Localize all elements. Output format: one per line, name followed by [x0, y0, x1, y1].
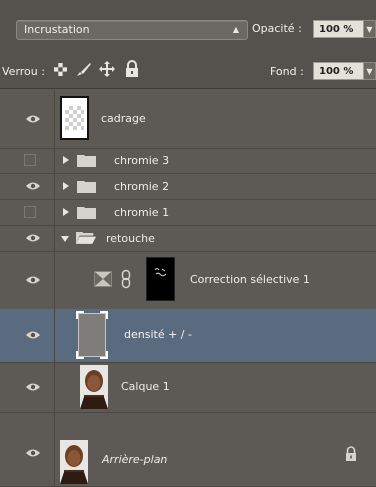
layer-name: retouche: [106, 232, 155, 245]
fill-label: Fond :: [270, 65, 304, 78]
lock-label: Verrou :: [2, 65, 45, 78]
fill-dropdown-icon[interactable]: ▼: [364, 62, 376, 80]
transparency-pattern: [65, 106, 84, 130]
visibility-toggle-empty[interactable]: [24, 154, 36, 166]
folder-open-icon: [76, 232, 96, 244]
lock-paint-brush-icon[interactable]: [75, 60, 93, 78]
blend-mode-value: Incrustation: [24, 23, 90, 36]
eye-icon[interactable]: [25, 114, 41, 124]
layer-name: Arrière-plan: [102, 453, 168, 466]
visibility-toggle-empty[interactable]: [24, 206, 36, 218]
lock-transparency-icon[interactable]: [52, 60, 70, 78]
layer-name: Correction sélective 1: [190, 273, 310, 286]
layer-name: cadrage: [101, 112, 146, 125]
visibility-cell: [0, 173, 55, 199]
layer-row-chromie-2[interactable]: chromie 2: [0, 173, 376, 200]
layer-mask-thumbnail: [146, 257, 175, 301]
layer-name: chromie 1: [114, 206, 170, 219]
selection-corner: [100, 351, 108, 359]
layer-row-densite[interactable]: densité + / -: [0, 309, 376, 363]
eye-icon[interactable]: [25, 448, 41, 458]
layer-row-correction-selective[interactable]: Correction sélective 1: [0, 251, 376, 310]
eye-icon[interactable]: [25, 330, 41, 340]
visibility-cell: [0, 90, 55, 148]
folder-icon: [77, 181, 96, 193]
layer-row-arriere-plan[interactable]: Arrière-plan: [0, 412, 376, 487]
visibility-cell: [0, 309, 55, 362]
layer-name: chromie 2: [114, 180, 170, 193]
layer-row-calque-1[interactable]: Calque 1: [0, 362, 376, 413]
visibility-cell: [0, 251, 55, 309]
layer-name: densité + / -: [124, 328, 192, 341]
mask-scribble-icon: [154, 268, 167, 277]
selection-corner: [76, 311, 84, 319]
opacity-label: Opacité :: [252, 22, 302, 35]
lock-move-icon[interactable]: [98, 60, 116, 78]
layer-row-chromie-3[interactable]: chromie 3: [0, 148, 376, 174]
expand-arrow-icon[interactable]: [63, 156, 69, 164]
eye-icon[interactable]: [25, 181, 41, 191]
layer-row-chromie-1[interactable]: chromie 1: [0, 199, 376, 226]
selection-corner: [100, 311, 108, 319]
layer-thumbnail: [76, 311, 108, 359]
visibility-cell: [0, 148, 55, 173]
eye-icon[interactable]: [25, 275, 41, 285]
blend-mode-select[interactable]: Incrustation ▲: [16, 20, 248, 40]
adjustment-layer-icon: [94, 271, 112, 287]
layer-row-cadrage[interactable]: cadrage: [0, 90, 376, 149]
folder-icon: [77, 155, 96, 167]
portrait-thumbnail: [60, 440, 88, 484]
layer-name: chromie 3: [114, 154, 170, 167]
expand-arrow-icon[interactable]: [63, 208, 69, 216]
opacity-input[interactable]: 100 %: [313, 20, 364, 38]
eye-icon[interactable]: [25, 233, 41, 243]
layers-panel-header: Incrustation ▲ Opacité : 100 % ▼ Verrou …: [0, 0, 376, 89]
layer-thumbnail: [60, 96, 89, 140]
chain-link-icon[interactable]: [121, 269, 131, 289]
visibility-cell: [0, 225, 55, 251]
expand-arrow-icon[interactable]: [63, 182, 69, 190]
visibility-cell: [0, 412, 55, 486]
select-arrows-icon: ▲: [232, 25, 239, 34]
visibility-cell: [0, 199, 55, 225]
eye-icon[interactable]: [25, 382, 41, 392]
padlock-icon: [346, 446, 356, 461]
layer-row-retouche[interactable]: retouche: [0, 225, 376, 252]
lock-all-icon[interactable]: [123, 60, 141, 78]
opacity-dropdown-icon[interactable]: ▼: [364, 20, 376, 38]
portrait-thumbnail: [80, 365, 108, 409]
visibility-cell: [0, 362, 55, 412]
folder-icon: [77, 207, 96, 219]
selection-corner: [76, 351, 84, 359]
fill-input[interactable]: 100 %: [313, 62, 364, 80]
layer-name: Calque 1: [121, 380, 170, 393]
collapse-arrow-icon[interactable]: [61, 236, 69, 242]
